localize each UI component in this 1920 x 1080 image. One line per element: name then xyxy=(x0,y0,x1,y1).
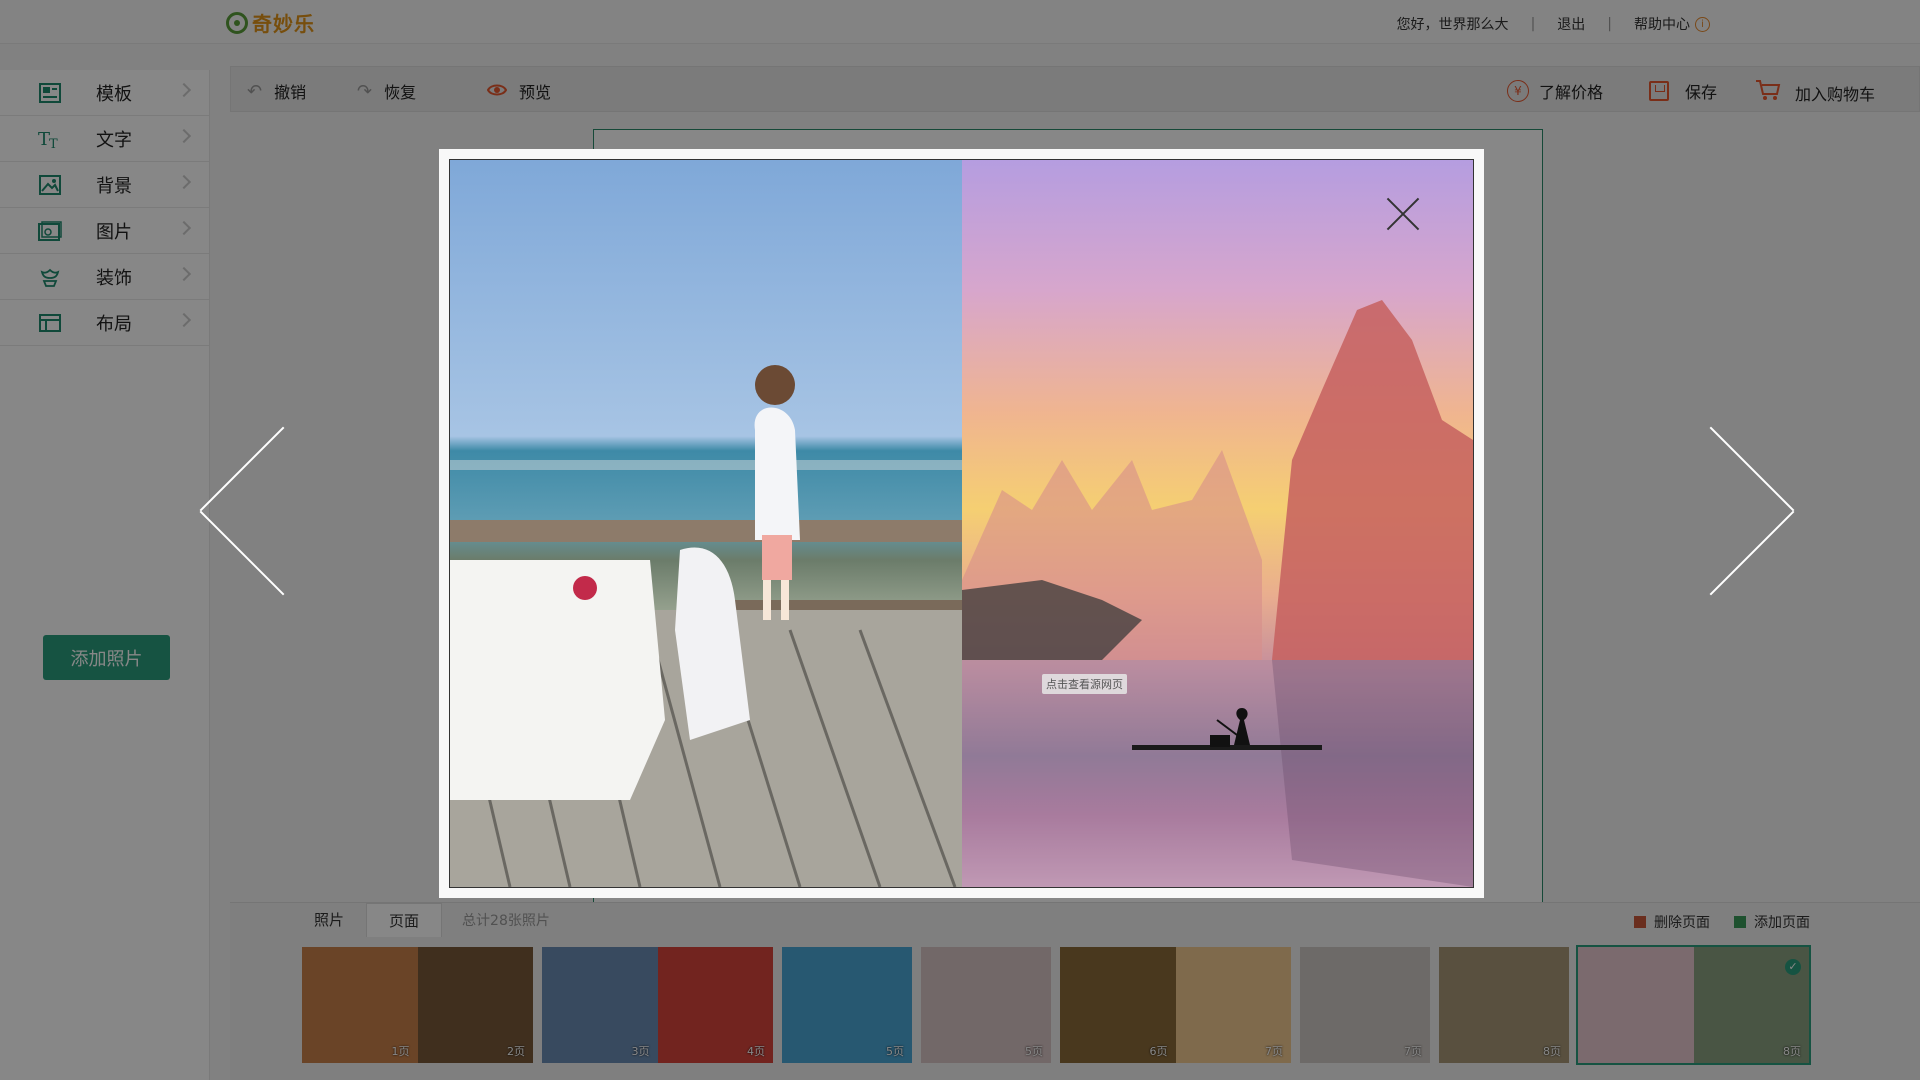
next-arrow[interactable] xyxy=(1710,410,1794,578)
river-mountains-photo: 点击查看源网页 xyxy=(962,160,1473,887)
view-source-link[interactable]: 点击查看源网页 xyxy=(1042,674,1127,694)
preview-modal: 点击查看源网页 xyxy=(439,149,1484,898)
close-icon[interactable] xyxy=(1385,196,1421,232)
child-on-deck-photo xyxy=(450,160,962,887)
preview-spread: 点击查看源网页 xyxy=(449,159,1474,888)
prev-arrow[interactable] xyxy=(200,410,284,578)
